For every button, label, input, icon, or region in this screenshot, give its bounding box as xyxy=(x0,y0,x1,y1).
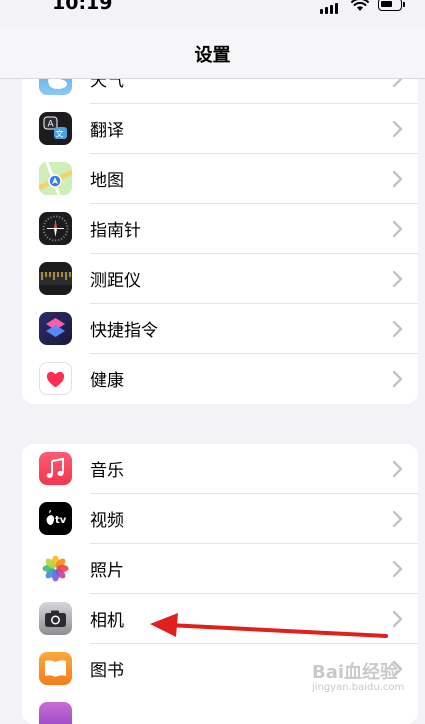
chevron-right-icon xyxy=(392,460,403,478)
shortcuts-icon xyxy=(39,312,72,345)
battery-icon xyxy=(378,0,405,11)
watermark-text: Bai血经验 xyxy=(312,662,399,683)
row-label: 健康 xyxy=(90,371,124,391)
row-label: 翻译 xyxy=(90,121,124,141)
row-label: 照片 xyxy=(90,561,124,581)
navigation-bar: 设置 xyxy=(0,28,425,79)
row-label: 指南针 xyxy=(90,221,141,241)
settings-row-shortcuts[interactable]: 快捷指令 xyxy=(22,304,418,354)
row-label: 视频 xyxy=(90,511,124,531)
status-bar: 10:19 xyxy=(0,0,425,28)
wifi-icon xyxy=(351,0,369,11)
page-title: 设置 xyxy=(194,45,231,66)
chevron-right-icon xyxy=(392,270,403,288)
row-label: 快捷指令 xyxy=(90,321,158,341)
settings-row-tv[interactable]: tv 视频 xyxy=(22,494,418,544)
maps-icon xyxy=(39,162,72,195)
books-icon xyxy=(39,652,72,685)
settings-row-measure[interactable]: 测距仪 xyxy=(22,254,418,304)
chevron-right-icon xyxy=(392,170,403,188)
row-label: 地图 xyxy=(90,171,124,191)
translate-glyph-wen: 文 xyxy=(56,129,64,139)
row-label: 相机 xyxy=(90,611,124,631)
settings-row-photos[interactable]: 照片 xyxy=(22,544,418,594)
settings-row-camera[interactable]: 相机 xyxy=(22,594,418,644)
camera-icon xyxy=(39,602,72,635)
tv-glyph: tv xyxy=(55,515,67,526)
settings-group-apps-1: 天气 A 文 翻译 地图 指南针 测距仪 快捷指令 健康 xyxy=(22,48,418,404)
chevron-right-icon xyxy=(392,510,403,528)
chevron-right-icon xyxy=(392,320,403,338)
settings-row-health[interactable]: 健康 xyxy=(22,354,418,404)
translate-glyph-a: A xyxy=(48,120,55,130)
row-label: 图书 xyxy=(90,661,124,681)
row-label: 音乐 xyxy=(90,461,124,481)
chevron-right-icon xyxy=(392,610,403,628)
compass-icon xyxy=(39,212,72,245)
photos-icon xyxy=(39,552,72,585)
settings-row-maps[interactable]: 地图 xyxy=(22,154,418,204)
chevron-right-icon xyxy=(392,370,403,388)
health-icon xyxy=(39,362,72,395)
settings-row-music[interactable]: 音乐 xyxy=(22,444,418,494)
settings-row-compass[interactable]: 指南针 xyxy=(22,204,418,254)
settings-row-translate[interactable]: A 文 翻译 xyxy=(22,104,418,154)
music-icon xyxy=(39,452,72,485)
row-label: 测距仪 xyxy=(90,271,141,291)
podcasts-icon xyxy=(39,702,72,724)
status-time: 10:19 xyxy=(52,0,113,14)
tv-icon: tv xyxy=(39,502,72,535)
chevron-right-icon xyxy=(392,220,403,238)
translate-icon: A 文 xyxy=(39,112,72,145)
watermark-logo: Bai血经验 jingyan.baidu.com xyxy=(310,656,420,700)
measure-icon xyxy=(39,262,72,295)
cellular-signal-icon xyxy=(320,2,342,14)
chevron-right-icon xyxy=(392,120,403,138)
chevron-right-icon xyxy=(392,560,403,578)
watermark-subtext: jingyan.baidu.com xyxy=(312,682,405,693)
